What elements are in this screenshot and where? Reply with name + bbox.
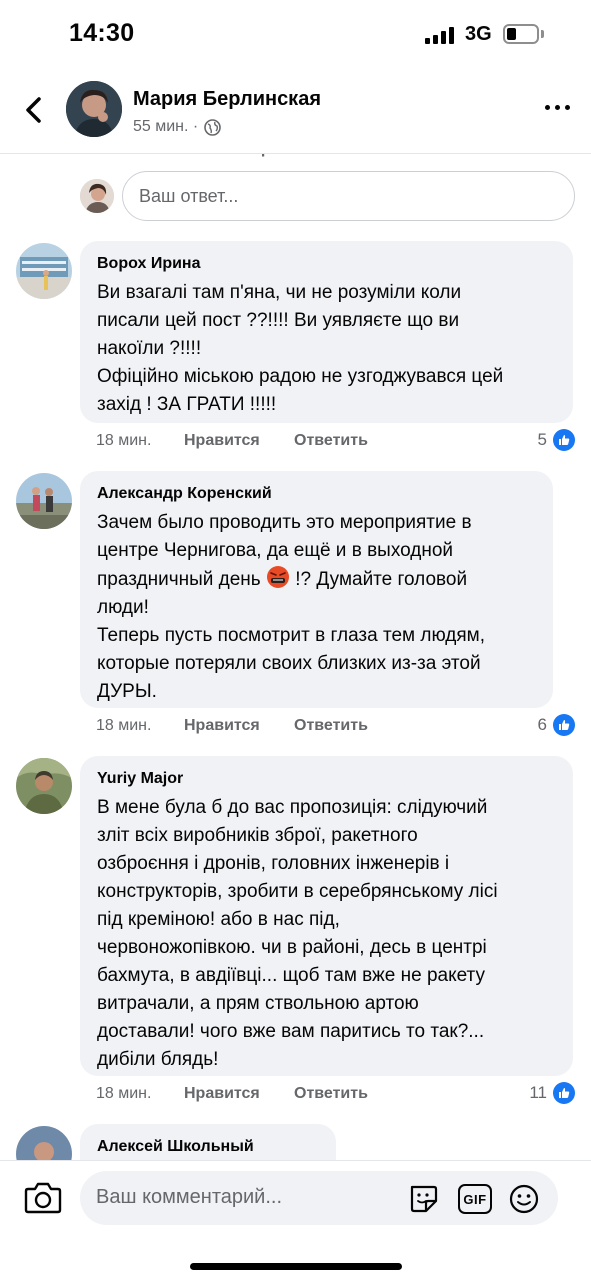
more-options-button[interactable]	[543, 97, 573, 117]
reaction-number: 11	[529, 1083, 547, 1102]
comment-avatar[interactable]	[16, 473, 72, 529]
reaction-count[interactable]: 11	[529, 1082, 575, 1104]
home-indicator[interactable]	[190, 1263, 402, 1270]
smiley-icon[interactable]	[508, 1183, 540, 1215]
signal-icon	[425, 26, 457, 44]
comment-actions: 18 мин. Нравится Ответить	[96, 432, 368, 450]
post-time: 55 мин. ·	[133, 118, 199, 135]
camera-icon	[24, 1182, 62, 1214]
comment-time[interactable]: 18 мин.	[96, 432, 184, 450]
battery-icon	[503, 24, 539, 44]
camera-button[interactable]	[24, 1179, 62, 1215]
reply-button[interactable]: Ответить	[294, 1085, 368, 1103]
gif-icon: GIF	[463, 1191, 487, 1207]
comment-actions: 18 мин. Нравится Ответить	[96, 1085, 368, 1103]
battery-tip	[541, 30, 544, 38]
comment-author[interactable]: Александр Коренский	[97, 483, 536, 505]
like-button[interactable]: Нравится	[184, 432, 294, 450]
like-thumb-icon	[553, 714, 575, 736]
reaction-number: 6	[537, 715, 547, 734]
back-button[interactable]	[14, 90, 54, 130]
comment-author[interactable]: Алексей Школьный	[97, 1136, 319, 1158]
post-meta: 55 мин. ·	[133, 118, 222, 136]
reply-row: Ваш ответ...	[0, 168, 591, 224]
author-name[interactable]: Мария Берлинская	[133, 88, 321, 111]
comment-text: Ви взагалі там п'яна, чи не розуміли кол…	[97, 282, 504, 415]
like-button[interactable]: Нравится	[184, 1085, 294, 1103]
comment-bubble: Yuriy Major В мене була б до вас пропози…	[80, 756, 573, 1076]
comment-time[interactable]: 18 мин.	[96, 717, 184, 735]
like-thumb-icon	[553, 1082, 575, 1104]
current-user-avatar	[80, 179, 114, 213]
sticker-icon[interactable]	[407, 1183, 439, 1215]
author-avatar[interactable]	[66, 81, 122, 137]
comment-composer: Ваш комментарий... GIF	[0, 1160, 591, 1235]
reply-placeholder: Ваш ответ...	[139, 185, 239, 206]
network-label: 3G	[465, 23, 492, 45]
reply-button[interactable]: Ответить	[294, 717, 368, 735]
globe-icon	[204, 118, 222, 136]
reaction-count[interactable]: 6	[538, 714, 575, 736]
comment-author[interactable]: Yuriy Major	[97, 768, 556, 790]
comment-bubble: Ворох Ирина Ви взагалі там п'яна, чи не …	[80, 241, 573, 423]
status-bar: 14:30 3G	[0, 0, 591, 70]
comment-author[interactable]: Ворох Ирина	[97, 253, 556, 275]
like-button[interactable]: Нравится	[184, 717, 294, 735]
comment-avatar[interactable]	[16, 243, 72, 299]
comment-bubble: Александр Коренский Зачем было проводить…	[80, 471, 553, 708]
comment-input[interactable]: Ваш комментарий... GIF	[80, 1171, 558, 1225]
status-time: 14:30	[69, 19, 135, 47]
reaction-number: 5	[537, 430, 547, 449]
gif-button[interactable]: GIF	[458, 1184, 492, 1214]
comment-text: Зачем было проводить это мероприятие в ц…	[97, 509, 536, 706]
reply-input[interactable]: Ваш ответ...	[122, 171, 575, 221]
comment-time[interactable]: 18 мин.	[96, 1085, 184, 1103]
back-arrow-icon	[26, 97, 41, 123]
comment-actions: 18 мин. Нравится Ответить	[96, 717, 368, 735]
comment-placeholder: Ваш комментарий...	[96, 1186, 283, 1208]
comment-avatar[interactable]	[16, 758, 72, 814]
like-thumb-icon	[553, 429, 575, 451]
comment-text: В мене була б до вас пропозиція: слідуюч…	[97, 797, 498, 1070]
reaction-count[interactable]: 5	[538, 429, 575, 451]
post-header: Мария Берлинская 55 мин. ·	[0, 70, 591, 154]
angry-face-icon	[266, 566, 289, 588]
reply-button[interactable]: Ответить	[294, 432, 368, 450]
